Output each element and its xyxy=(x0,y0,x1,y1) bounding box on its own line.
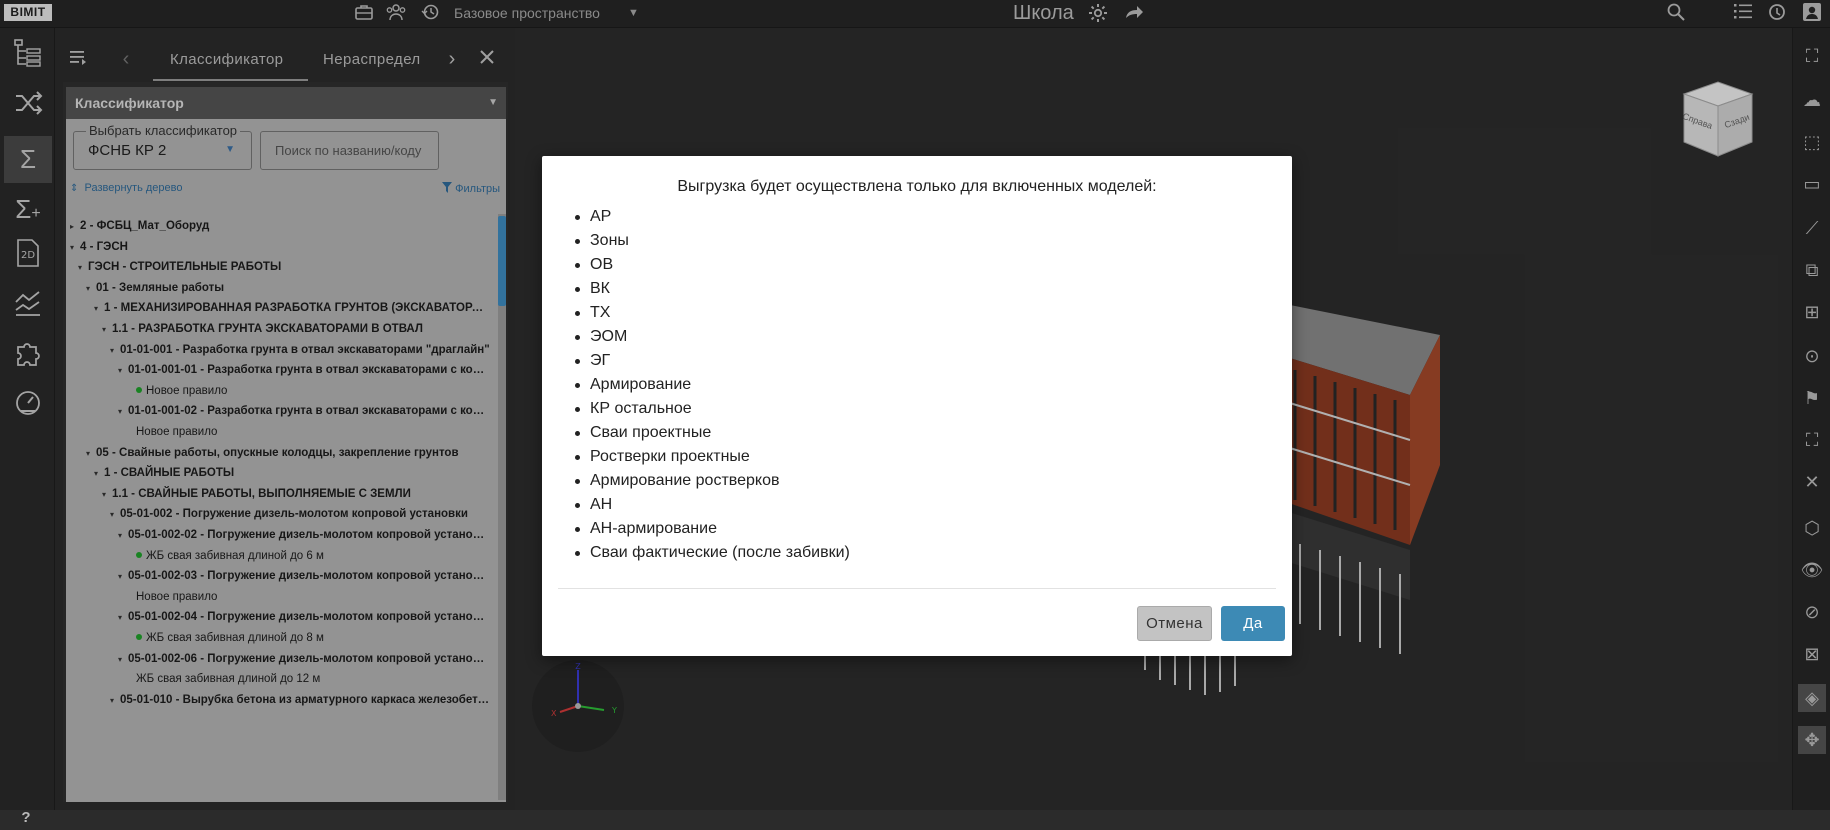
model-list-item: АН xyxy=(575,493,850,517)
model-list-item: ЭОМ xyxy=(575,325,850,349)
model-list-item: ОВ xyxy=(575,253,850,277)
dialog-message: Выгрузка будет осуществлена только для в… xyxy=(677,178,1157,195)
model-list-item: ВК xyxy=(575,277,850,301)
export-confirm-dialog: Выгрузка будет осуществлена только для в… xyxy=(542,156,1292,656)
model-list-item: Армирование ростверков xyxy=(575,469,850,493)
model-list-item: АР xyxy=(575,205,850,229)
model-list-item: Ростверки проектные xyxy=(575,445,850,469)
cancel-button[interactable]: Отмена xyxy=(1137,606,1212,641)
model-list-item: ТХ xyxy=(575,301,850,325)
model-list-item: Армирование xyxy=(575,373,850,397)
dialog-divider xyxy=(558,588,1276,589)
confirm-button[interactable]: Да xyxy=(1221,606,1285,641)
model-list-item: КР остальное xyxy=(575,397,850,421)
model-list-item: Зоны xyxy=(575,229,850,253)
model-list: АР Зоны ОВ ВК ТХ ЭОМ ЭГ Армирование КР остальное… xyxy=(575,205,850,565)
model-list-item: АН-армирование xyxy=(575,517,850,541)
model-list-item: ЭГ xyxy=(575,349,850,373)
model-list-item: Сваи проектные xyxy=(575,421,850,445)
model-list-item: Сваи фактические (после забивки) xyxy=(575,541,850,565)
